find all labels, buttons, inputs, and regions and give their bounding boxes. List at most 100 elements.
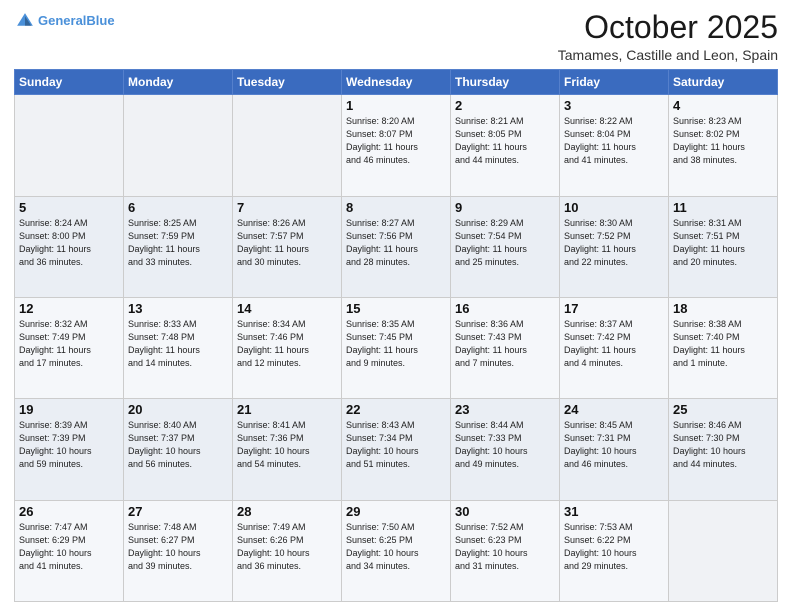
logo-icon — [14, 10, 36, 32]
calendar-day-header: Sunday — [15, 70, 124, 95]
title-block: October 2025 Tamames, Castille and Leon,… — [558, 10, 778, 63]
day-info: Sunrise: 7:47 AM Sunset: 6:29 PM Dayligh… — [19, 521, 119, 573]
logo-line2: Blue — [86, 13, 114, 28]
day-number: 2 — [455, 98, 555, 113]
calendar-week-row: 1 Sunrise: 8:20 AM Sunset: 8:07 PM Daylig… — [15, 95, 778, 196]
calendar-table: SundayMondayTuesdayWednesdayThursdayFrid… — [14, 69, 778, 602]
logo-text: GeneralBlue — [38, 13, 115, 29]
day-info: Sunrise: 8:45 AM Sunset: 7:31 PM Dayligh… — [564, 419, 664, 471]
calendar-cell: 23Sunrise: 8:44 AM Sunset: 7:33 PM Dayli… — [451, 399, 560, 500]
day-info: Sunrise: 8:31 AM Sunset: 7:51 PM Dayligh… — [673, 217, 773, 269]
calendar-cell — [124, 95, 233, 196]
calendar-cell: 2Sunrise: 8:21 AM Sunset: 8:05 PM Daylig… — [451, 95, 560, 196]
calendar-cell: 6 Sunrise: 8:25 AM Sunset: 7:59 PM Daylig… — [124, 196, 233, 297]
logo: GeneralBlue — [14, 10, 115, 32]
calendar-day-header: Monday — [124, 70, 233, 95]
day-number: 20 — [128, 402, 228, 417]
calendar-cell: 13 Sunrise: 8:33 AM Sunset: 7:48 PM Dayli… — [124, 297, 233, 398]
day-number: 7 — [237, 200, 337, 215]
day-info: Sunrise: 7:52 AM Sunset: 6:23 PM Dayligh… — [455, 521, 555, 573]
calendar-cell: 25 Sunrise: 8:46 AM Sunset: 7:30 PM Dayli… — [669, 399, 778, 500]
day-info: Sunrise: 8:32 AM Sunset: 7:49 PM Dayligh… — [19, 318, 119, 370]
calendar-cell: 29 Sunrise: 7:50 AM Sunset: 6:25 PM Dayli… — [342, 500, 451, 601]
calendar-day-header: Saturday — [669, 70, 778, 95]
calendar-cell — [669, 500, 778, 601]
day-number: 14 — [237, 301, 337, 316]
calendar-week-row: 19Sunrise: 8:39 AM Sunset: 7:39 PM Dayli… — [15, 399, 778, 500]
calendar-cell: 1 Sunrise: 8:20 AM Sunset: 8:07 PM Daylig… — [342, 95, 451, 196]
day-info: Sunrise: 8:36 AM Sunset: 7:43 PM Dayligh… — [455, 318, 555, 370]
calendar-week-row: 5 Sunrise: 8:24 AM Sunset: 8:00 PM Daylig… — [15, 196, 778, 297]
day-number: 18 — [673, 301, 773, 316]
day-number: 1 — [346, 98, 446, 113]
calendar-cell: 19Sunrise: 8:39 AM Sunset: 7:39 PM Dayli… — [15, 399, 124, 500]
calendar-cell: 30Sunrise: 7:52 AM Sunset: 6:23 PM Dayli… — [451, 500, 560, 601]
day-info: Sunrise: 8:40 AM Sunset: 7:37 PM Dayligh… — [128, 419, 228, 471]
day-info: Sunrise: 8:25 AM Sunset: 7:59 PM Dayligh… — [128, 217, 228, 269]
day-info: Sunrise: 7:49 AM Sunset: 6:26 PM Dayligh… — [237, 521, 337, 573]
calendar-cell: 16Sunrise: 8:36 AM Sunset: 7:43 PM Dayli… — [451, 297, 560, 398]
day-number: 12 — [19, 301, 119, 316]
calendar-cell: 5 Sunrise: 8:24 AM Sunset: 8:00 PM Daylig… — [15, 196, 124, 297]
header: GeneralBlue October 2025 Tamames, Castil… — [14, 10, 778, 63]
day-info: Sunrise: 8:20 AM Sunset: 8:07 PM Dayligh… — [346, 115, 446, 167]
day-info: Sunrise: 8:43 AM Sunset: 7:34 PM Dayligh… — [346, 419, 446, 471]
calendar-cell: 18Sunrise: 8:38 AM Sunset: 7:40 PM Dayli… — [669, 297, 778, 398]
day-number: 19 — [19, 402, 119, 417]
day-number: 23 — [455, 402, 555, 417]
calendar-day-header: Tuesday — [233, 70, 342, 95]
day-info: Sunrise: 8:24 AM Sunset: 8:00 PM Dayligh… — [19, 217, 119, 269]
day-number: 28 — [237, 504, 337, 519]
day-number: 27 — [128, 504, 228, 519]
location-title: Tamames, Castille and Leon, Spain — [558, 47, 778, 63]
calendar-cell: 4 Sunrise: 8:23 AM Sunset: 8:02 PM Daylig… — [669, 95, 778, 196]
day-info: Sunrise: 8:34 AM Sunset: 7:46 PM Dayligh… — [237, 318, 337, 370]
day-number: 25 — [673, 402, 773, 417]
calendar-week-row: 26 Sunrise: 7:47 AM Sunset: 6:29 PM Dayli… — [15, 500, 778, 601]
day-number: 24 — [564, 402, 664, 417]
day-info: Sunrise: 8:29 AM Sunset: 7:54 PM Dayligh… — [455, 217, 555, 269]
calendar-cell: 3 Sunrise: 8:22 AM Sunset: 8:04 PM Daylig… — [560, 95, 669, 196]
calendar-cell: 10 Sunrise: 8:30 AM Sunset: 7:52 PM Dayli… — [560, 196, 669, 297]
day-info: Sunrise: 8:26 AM Sunset: 7:57 PM Dayligh… — [237, 217, 337, 269]
day-info: Sunrise: 8:23 AM Sunset: 8:02 PM Dayligh… — [673, 115, 773, 167]
day-info: Sunrise: 8:27 AM Sunset: 7:56 PM Dayligh… — [346, 217, 446, 269]
calendar-cell: 28 Sunrise: 7:49 AM Sunset: 6:26 PM Dayli… — [233, 500, 342, 601]
calendar-cell: 12 Sunrise: 8:32 AM Sunset: 7:49 PM Dayli… — [15, 297, 124, 398]
day-number: 17 — [564, 301, 664, 316]
day-info: Sunrise: 8:35 AM Sunset: 7:45 PM Dayligh… — [346, 318, 446, 370]
day-info: Sunrise: 7:53 AM Sunset: 6:22 PM Dayligh… — [564, 521, 664, 573]
day-info: Sunrise: 8:30 AM Sunset: 7:52 PM Dayligh… — [564, 217, 664, 269]
calendar-cell — [15, 95, 124, 196]
day-number: 11 — [673, 200, 773, 215]
calendar-cell: 8 Sunrise: 8:27 AM Sunset: 7:56 PM Daylig… — [342, 196, 451, 297]
day-info: Sunrise: 7:50 AM Sunset: 6:25 PM Dayligh… — [346, 521, 446, 573]
day-number: 15 — [346, 301, 446, 316]
day-number: 29 — [346, 504, 446, 519]
day-info: Sunrise: 8:33 AM Sunset: 7:48 PM Dayligh… — [128, 318, 228, 370]
day-number: 10 — [564, 200, 664, 215]
day-number: 6 — [128, 200, 228, 215]
day-info: Sunrise: 8:46 AM Sunset: 7:30 PM Dayligh… — [673, 419, 773, 471]
calendar-cell: 24 Sunrise: 8:45 AM Sunset: 7:31 PM Dayli… — [560, 399, 669, 500]
calendar-cell: 17Sunrise: 8:37 AM Sunset: 7:42 PM Dayli… — [560, 297, 669, 398]
day-info: Sunrise: 8:22 AM Sunset: 8:04 PM Dayligh… — [564, 115, 664, 167]
calendar-cell: 31Sunrise: 7:53 AM Sunset: 6:22 PM Dayli… — [560, 500, 669, 601]
day-number: 13 — [128, 301, 228, 316]
day-info: Sunrise: 7:48 AM Sunset: 6:27 PM Dayligh… — [128, 521, 228, 573]
calendar-day-header: Thursday — [451, 70, 560, 95]
day-number: 4 — [673, 98, 773, 113]
day-number: 3 — [564, 98, 664, 113]
calendar-cell: 22 Sunrise: 8:43 AM Sunset: 7:34 PM Dayli… — [342, 399, 451, 500]
calendar-cell: 7 Sunrise: 8:26 AM Sunset: 7:57 PM Daylig… — [233, 196, 342, 297]
calendar-day-header: Friday — [560, 70, 669, 95]
month-title: October 2025 — [558, 10, 778, 45]
day-number: 26 — [19, 504, 119, 519]
day-number: 5 — [19, 200, 119, 215]
calendar-cell: 21Sunrise: 8:41 AM Sunset: 7:36 PM Dayli… — [233, 399, 342, 500]
calendar-cell: 11 Sunrise: 8:31 AM Sunset: 7:51 PM Dayli… — [669, 196, 778, 297]
calendar-cell — [233, 95, 342, 196]
logo-line1: General — [38, 13, 86, 28]
day-number: 8 — [346, 200, 446, 215]
day-number: 22 — [346, 402, 446, 417]
